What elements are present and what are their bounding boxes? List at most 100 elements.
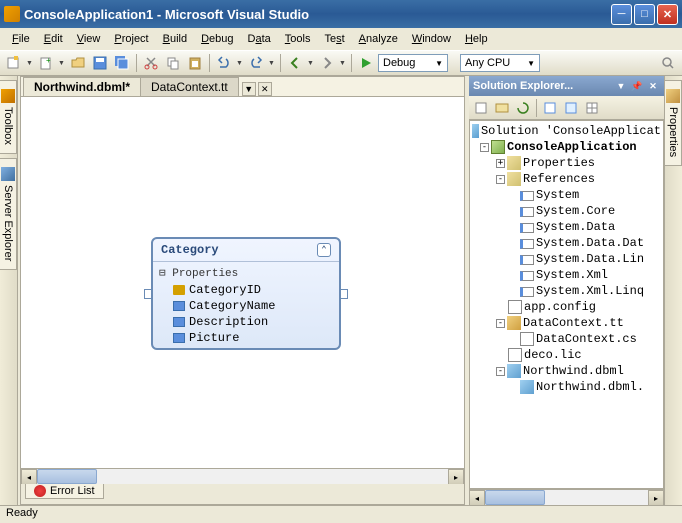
property-row[interactable]: Picture: [157, 330, 335, 346]
entity-name: Category: [161, 243, 219, 257]
expand-icon[interactable]: -: [496, 319, 505, 328]
maximize-button[interactable]: □: [634, 4, 655, 25]
find-button[interactable]: [658, 53, 678, 73]
tree-project[interactable]: ConsoleApplication: [507, 140, 637, 154]
server-explorer-tab[interactable]: Server Explorer: [0, 158, 17, 270]
svg-text:+: +: [46, 56, 51, 65]
connector-left[interactable]: [144, 289, 152, 299]
property-row[interactable]: CategoryName: [157, 298, 335, 314]
view-designer-button[interactable]: [561, 98, 581, 118]
tree-file[interactable]: deco.lic: [524, 348, 582, 362]
solution-tree[interactable]: Solution 'ConsoleApplicat - ConsoleApplic…: [469, 120, 664, 489]
expand-icon[interactable]: -: [496, 175, 505, 184]
expand-icon[interactable]: -: [496, 367, 505, 376]
save-all-button[interactable]: [112, 53, 132, 73]
properties-tab[interactable]: Properties: [665, 80, 682, 166]
cut-button[interactable]: [141, 53, 161, 73]
start-debug-button[interactable]: [356, 53, 376, 73]
error-icon: [34, 485, 46, 497]
menu-file[interactable]: File: [6, 31, 36, 47]
tree-properties[interactable]: Properties: [523, 156, 595, 170]
tree-file[interactable]: app.config: [524, 300, 596, 314]
project-icon: [491, 140, 505, 154]
config-combo[interactable]: Debug▼: [378, 54, 448, 72]
add-item-button[interactable]: +: [36, 53, 56, 73]
collapse-icon[interactable]: ⌃: [317, 243, 331, 257]
menu-data[interactable]: Data: [242, 31, 277, 47]
tree-ref[interactable]: System.Xml.Linq: [536, 284, 644, 298]
copy-button[interactable]: [163, 53, 183, 73]
menu-window[interactable]: Window: [406, 31, 457, 47]
tree-ref[interactable]: System.Data.Dat: [536, 236, 644, 250]
entity-box-category[interactable]: Category ⌃ ⊟ Properties CategoryID Categ…: [151, 237, 341, 350]
tree-file[interactable]: Northwind.dbml.: [536, 380, 644, 394]
menu-tools[interactable]: Tools: [279, 31, 317, 47]
scroll-left[interactable]: ◂: [21, 469, 37, 485]
pane-close[interactable]: ✕: [646, 79, 660, 93]
expand-icon[interactable]: -: [480, 143, 489, 152]
redo-button[interactable]: [246, 53, 266, 73]
tree-h-scrollbar[interactable]: ◂ ▸: [469, 489, 664, 505]
save-button[interactable]: [90, 53, 110, 73]
tree-ref[interactable]: System.Data.Lin: [536, 252, 644, 266]
designer-canvas[interactable]: Category ⌃ ⊟ Properties CategoryID Categ…: [21, 97, 464, 468]
reference-icon: [520, 239, 534, 249]
property-row[interactable]: CategoryID: [157, 282, 335, 298]
scroll-right[interactable]: ▸: [448, 469, 464, 485]
left-rail: Toolbox Server Explorer: [0, 76, 18, 505]
show-all-button[interactable]: [492, 98, 512, 118]
navigate-back-button[interactable]: [285, 53, 305, 73]
menu-help[interactable]: Help: [459, 31, 494, 47]
error-list-tab[interactable]: Error List: [25, 484, 104, 499]
tree-file[interactable]: DataContext.cs: [536, 332, 637, 346]
scroll-thumb[interactable]: [37, 469, 97, 484]
tree-solution[interactable]: Solution 'ConsoleApplicat: [481, 124, 661, 138]
minimize-button[interactable]: ─: [611, 4, 632, 25]
properties-button[interactable]: [471, 98, 491, 118]
tabs-close[interactable]: ✕: [258, 82, 272, 96]
menu-project[interactable]: Project: [108, 31, 154, 47]
paste-button[interactable]: [185, 53, 205, 73]
menu-analyze[interactable]: Analyze: [353, 31, 404, 47]
menu-view[interactable]: View: [71, 31, 107, 47]
main-toolbar: ▼ +▼ ▼ ▼ ▼ ▼ Debug▼ Any CPU▼: [0, 50, 682, 76]
undo-button[interactable]: [214, 53, 234, 73]
key-icon: [173, 285, 185, 295]
tree-ref[interactable]: System.Data: [536, 220, 615, 234]
new-dropdown[interactable]: ▼: [26, 60, 34, 67]
pane-pin-icon[interactable]: 📌: [630, 79, 644, 93]
tree-references[interactable]: References: [523, 172, 595, 186]
menu-build[interactable]: Build: [157, 31, 193, 47]
tree-file[interactable]: Northwind.dbml: [523, 364, 624, 378]
tree-ref[interactable]: System.Xml: [536, 268, 608, 282]
refresh-button[interactable]: [513, 98, 533, 118]
h-scrollbar[interactable]: ◂ ▸: [21, 468, 464, 484]
navigate-fwd-button[interactable]: [317, 53, 337, 73]
platform-combo[interactable]: Any CPU▼: [460, 54, 540, 72]
add-dropdown[interactable]: ▼: [58, 60, 66, 67]
view-code-button[interactable]: [540, 98, 560, 118]
toolbox-tab[interactable]: Toolbox: [0, 80, 17, 154]
connector-right[interactable]: [340, 289, 348, 299]
menu-edit[interactable]: Edit: [38, 31, 69, 47]
property-row[interactable]: Description: [157, 314, 335, 330]
folder-icon: [507, 172, 521, 186]
tree-ref[interactable]: System.Core: [536, 204, 615, 218]
close-button[interactable]: ✕: [657, 4, 678, 25]
tab-datacontext-tt[interactable]: DataContext.tt: [140, 77, 239, 96]
undo-dropdown[interactable]: ▼: [236, 60, 244, 67]
menu-debug[interactable]: Debug: [195, 31, 239, 47]
reference-icon: [520, 255, 534, 265]
tree-ref[interactable]: System: [536, 188, 579, 202]
tabs-dropdown[interactable]: ▼: [242, 82, 256, 96]
new-project-button[interactable]: [4, 53, 24, 73]
open-button[interactable]: [68, 53, 88, 73]
tree-file[interactable]: DataContext.tt: [523, 316, 624, 330]
expand-icon[interactable]: +: [496, 159, 505, 168]
redo-dropdown[interactable]: ▼: [268, 60, 276, 67]
view-diagram-button[interactable]: [582, 98, 602, 118]
menu-test[interactable]: Test: [318, 31, 350, 47]
pane-dropdown[interactable]: ▼: [614, 79, 628, 93]
right-rail: Properties: [664, 76, 682, 505]
tab-northwind-dbml[interactable]: Northwind.dbml*: [23, 77, 141, 96]
